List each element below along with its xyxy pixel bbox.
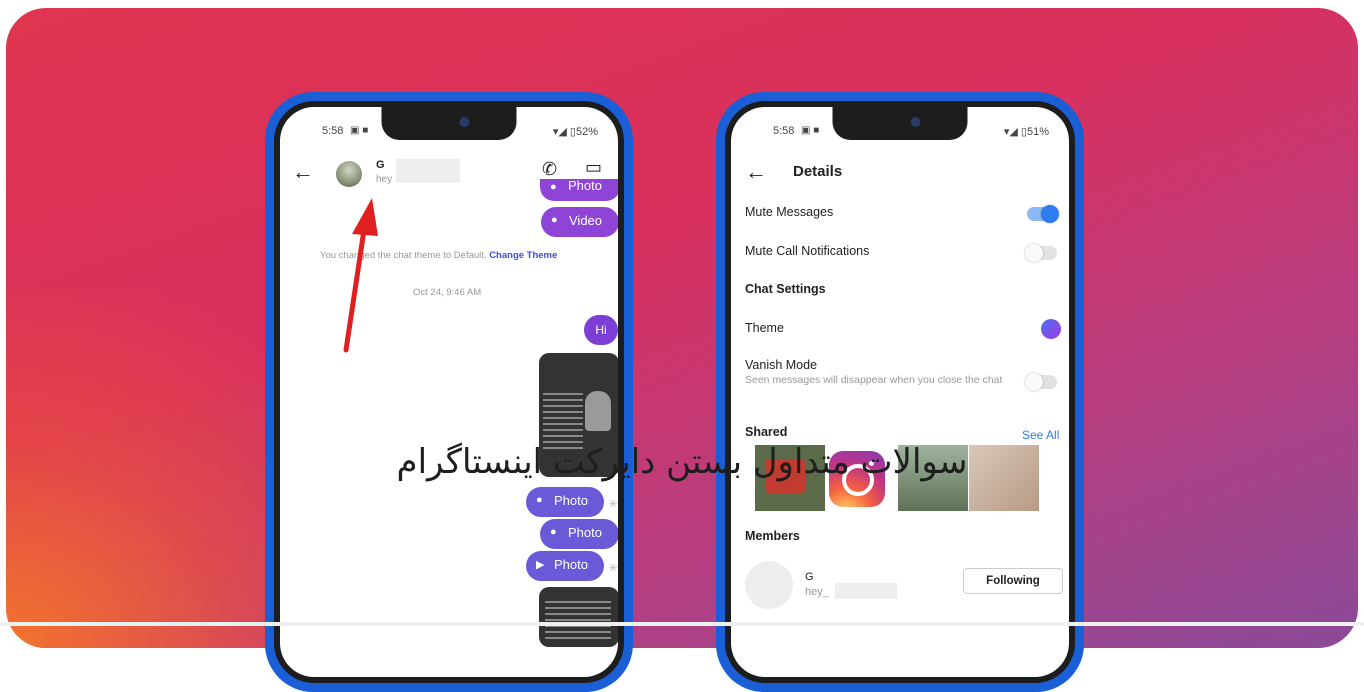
mute-messages-label: Mute Messages [745,205,834,219]
photo-bubble[interactable]: ● Photo [540,519,618,549]
bubble-label: Photo [554,557,588,572]
status-time: 5:58 [773,125,795,137]
battery-indicator: ▾◢ ▯52% [552,126,598,138]
vanish-mode-toggle[interactable] [1025,373,1057,391]
phone-mockup-details: 5:58 ▣ ■ ▾◢ ▯51% ← Details Mute Messages… [716,92,1084,692]
hi-bubble[interactable]: Hi [584,315,618,345]
notification-icons: ▣ ■ [350,125,369,136]
redacted-handle [835,583,897,599]
message-timestamp: Oct 24, 9:46 AM [413,287,482,298]
contact-name: G [376,159,385,171]
photo-icon: ● [550,181,557,193]
following-button[interactable]: Following [963,568,1063,594]
contact-subtitle: hey [376,174,393,185]
photo-icon: ● [536,494,543,506]
photo-bubble[interactable]: ● Photo [540,179,618,201]
back-arrow-icon[interactable]: ← [745,159,767,185]
status-time: 5:58 [322,125,344,137]
video-bubble[interactable]: ● Video [541,207,618,237]
toggle-knob [1041,205,1059,223]
photo-bubble[interactable]: ▶ Photo [526,551,604,581]
page-heading: سوالات متداول بستن دایرکت اینستاگرام [396,442,968,482]
member-avatar[interactable] [745,561,793,609]
avatar[interactable] [336,161,362,187]
bottom-divider [0,622,1364,626]
camera-icon [459,117,470,127]
phone-call-icon[interactable]: ✆ [542,159,557,180]
mute-messages-toggle[interactable] [1027,205,1059,223]
annotation-arrow-icon [343,198,378,353]
chat-settings-heading: Chat Settings [745,282,826,296]
mute-calls-label: Mute Call Notifications [745,244,870,258]
bubble-label: Video [569,213,603,228]
sending-spinner-icon: ✳ [608,497,618,511]
photo-icon: ● [550,526,557,538]
video-call-icon[interactable]: ▭ [585,157,602,178]
page-title: Details [793,163,843,180]
bubble-label: Photo [568,525,602,540]
phone-mockup-chat: 5:58 ▣ ■ ▾◢ ▯52% ← G hey ✆ ▭ ● Photo ● Vid… [265,92,633,692]
camera-icon [910,117,921,127]
theme-label[interactable]: Theme [745,321,784,335]
phone-notch [832,107,968,140]
sending-spinner-icon: ✳ [608,561,618,575]
post-text-lines [545,601,611,641]
member-name: G [805,571,814,583]
member-handle: hey_ [805,586,829,598]
theme-color-swatch[interactable] [1041,319,1061,339]
bubble-label: Photo [568,178,602,193]
vanish-mode-description: Seen messages will disappear when you cl… [745,374,1003,386]
notification-icons: ▣ ■ [801,125,820,136]
battery-indicator: ▾◢ ▯51% [1003,126,1049,138]
bubble-label: Photo [554,493,588,508]
hero-banner [6,8,1358,648]
post-image [585,391,611,431]
redacted-name [396,159,460,183]
members-heading: Members [745,529,800,543]
back-arrow-icon[interactable]: ← [292,159,314,185]
toggle-knob [1025,373,1043,391]
phone-notch [381,107,517,140]
shared-heading: Shared [745,425,788,439]
toggle-knob [1025,244,1043,262]
play-icon: ▶ [536,559,545,571]
vanish-mode-label: Vanish Mode [745,358,818,372]
details-screen: 5:58 ▣ ■ ▾◢ ▯51% ← Details Mute Messages… [731,107,1069,677]
photo-bubble[interactable]: ● Photo [526,487,604,517]
change-theme-link[interactable]: Change Theme [489,250,557,261]
mute-calls-toggle[interactable] [1025,244,1057,262]
see-all-link[interactable]: See All [1022,428,1059,442]
shared-post-media[interactable] [539,587,618,647]
video-icon: ● [551,214,558,226]
